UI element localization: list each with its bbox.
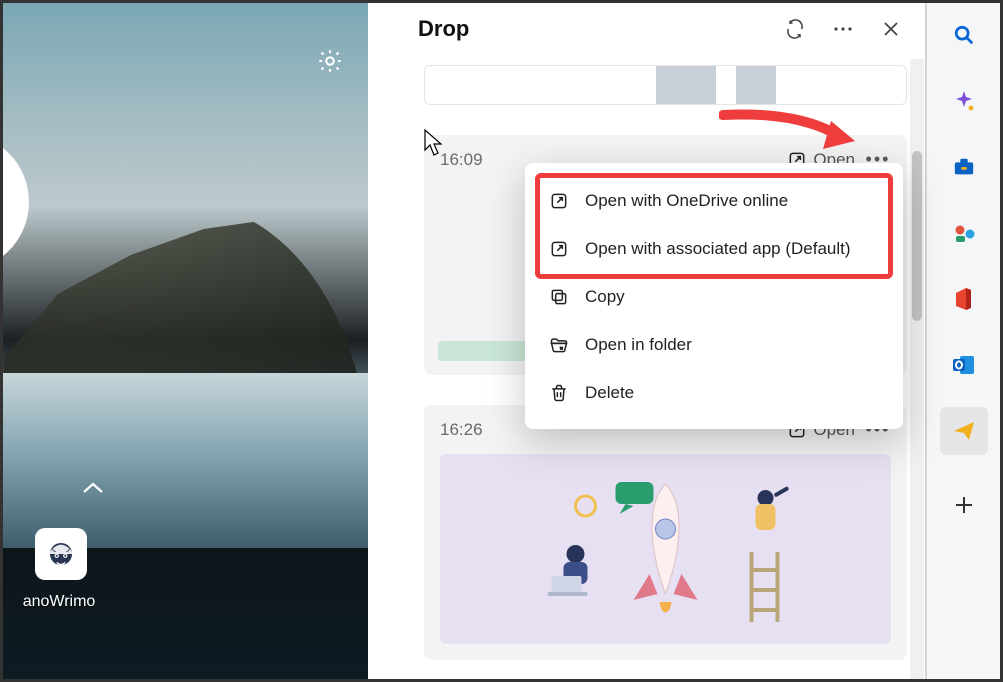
preview-segment (736, 66, 776, 104)
drop-send-icon (952, 420, 976, 442)
office-icon (954, 287, 974, 311)
ctx-label: Delete (585, 383, 634, 403)
ctx-delete[interactable]: Delete (537, 369, 891, 417)
ctx-label: Open with associated app (Default) (585, 239, 851, 259)
sidebar-tools[interactable] (940, 143, 988, 191)
ctx-label: Open with OneDrive online (585, 191, 788, 211)
sidebar-add[interactable] (940, 481, 988, 529)
desktop-app-label: anoWrimo (11, 593, 107, 611)
desktop-app-icon[interactable] (35, 528, 87, 580)
chevron-up-icon[interactable] (81, 481, 105, 499)
folder-open-icon (549, 335, 569, 355)
context-menu: Open with OneDrive online Open with asso… (525, 163, 903, 429)
scrollbar-thumb[interactable] (912, 151, 922, 321)
games-icon (952, 222, 976, 244)
briefcase-icon (953, 157, 975, 177)
close-button[interactable] (871, 9, 911, 49)
ctx-open-folder[interactable]: Open in folder (537, 321, 891, 369)
peek-previous-card[interactable] (424, 65, 907, 105)
sidebar-office[interactable] (940, 275, 988, 323)
open-external-icon (549, 191, 569, 211)
trash-icon (549, 383, 569, 403)
desktop-wallpaper: anoWrimo (3, 3, 368, 679)
ctx-copy[interactable]: Copy (537, 273, 891, 321)
ctx-label: Open in folder (585, 335, 692, 355)
ctx-open-onedrive[interactable]: Open with OneDrive online (537, 177, 891, 225)
ctx-open-default-app[interactable]: Open with associated app (Default) (537, 225, 891, 273)
search-icon (953, 24, 975, 46)
refresh-button[interactable] (775, 9, 815, 49)
app-frame: { "desktop": { "icon_label": "anoWrimo" … (0, 0, 1003, 682)
sidebar-discover[interactable] (940, 77, 988, 125)
outlook-icon (952, 354, 976, 376)
add-icon (954, 495, 974, 515)
edge-sidebar (926, 3, 1000, 679)
card-image-preview (440, 454, 891, 644)
drop-header: Drop (368, 3, 925, 59)
panel-more-button[interactable] (823, 9, 863, 49)
sparkle-icon (952, 89, 976, 113)
drop-title: Drop (418, 16, 767, 42)
sidebar-outlook[interactable] (940, 341, 988, 389)
open-external-icon (549, 239, 569, 259)
ctx-label: Copy (585, 287, 625, 307)
sidebar-games[interactable] (940, 209, 988, 257)
sidebar-search[interactable] (940, 11, 988, 59)
sidebar-drop[interactable] (940, 407, 988, 455)
gear-icon[interactable] (316, 47, 344, 75)
preview-segment (656, 66, 716, 104)
drop-card[interactable]: 16:26 Open ••• (424, 405, 907, 660)
copy-icon (549, 287, 569, 307)
widget-edge[interactable] (3, 133, 29, 271)
scrollbar[interactable] (910, 59, 924, 679)
